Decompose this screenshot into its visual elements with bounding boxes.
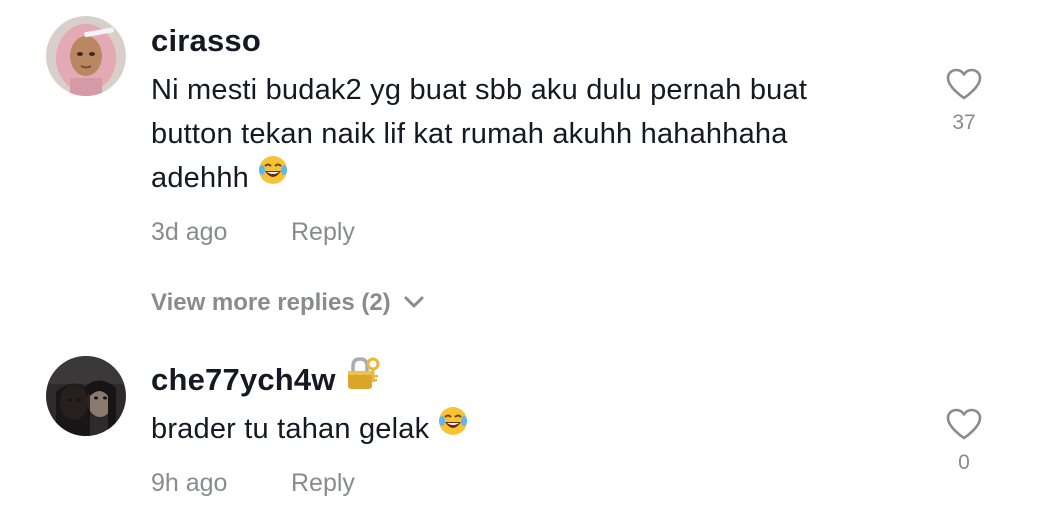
reply-button[interactable]: Reply <box>291 217 355 247</box>
avatar[interactable] <box>46 16 126 96</box>
comment-username[interactable]: cirasso <box>151 21 261 61</box>
like-count: 37 <box>952 111 976 134</box>
reply-button[interactable]: Reply <box>291 468 355 498</box>
comment-username[interactable]: che77ych4w <box>151 357 380 401</box>
comment-meta: 9h ago Reply <box>151 468 355 498</box>
heart-icon <box>946 68 982 100</box>
comment-timestamp: 3d ago <box>151 218 228 246</box>
username-text: che77ych4w <box>151 362 336 397</box>
comment-text: brader tu tahan gelak <box>151 405 891 451</box>
view-more-replies-button[interactable]: View more replies (2) <box>151 287 425 319</box>
chevron-down-icon <box>403 286 425 318</box>
face-with-tears-of-joy-emoji <box>437 405 469 450</box>
like-button[interactable]: 0 <box>940 408 988 476</box>
username-text: cirasso <box>151 23 261 58</box>
comment-text-content: brader tu tahan gelak <box>151 413 430 445</box>
comment-timestamp: 9h ago <box>151 469 228 497</box>
like-count: 0 <box>958 451 970 474</box>
comment-text: Ni mesti budak2 yg buat sbb aku dulu per… <box>151 68 891 200</box>
avatar[interactable] <box>46 356 126 436</box>
comment-text-content: Ni mesti budak2 yg buat sbb aku dulu per… <box>151 74 808 194</box>
heart-icon <box>946 408 982 440</box>
locked-with-key-emoji <box>344 355 380 401</box>
face-with-tears-of-joy-emoji <box>257 154 289 199</box>
comment-meta: 3d ago Reply <box>151 217 355 247</box>
like-button[interactable]: 37 <box>940 68 988 136</box>
view-more-replies-label: View more replies (2) <box>151 289 391 316</box>
